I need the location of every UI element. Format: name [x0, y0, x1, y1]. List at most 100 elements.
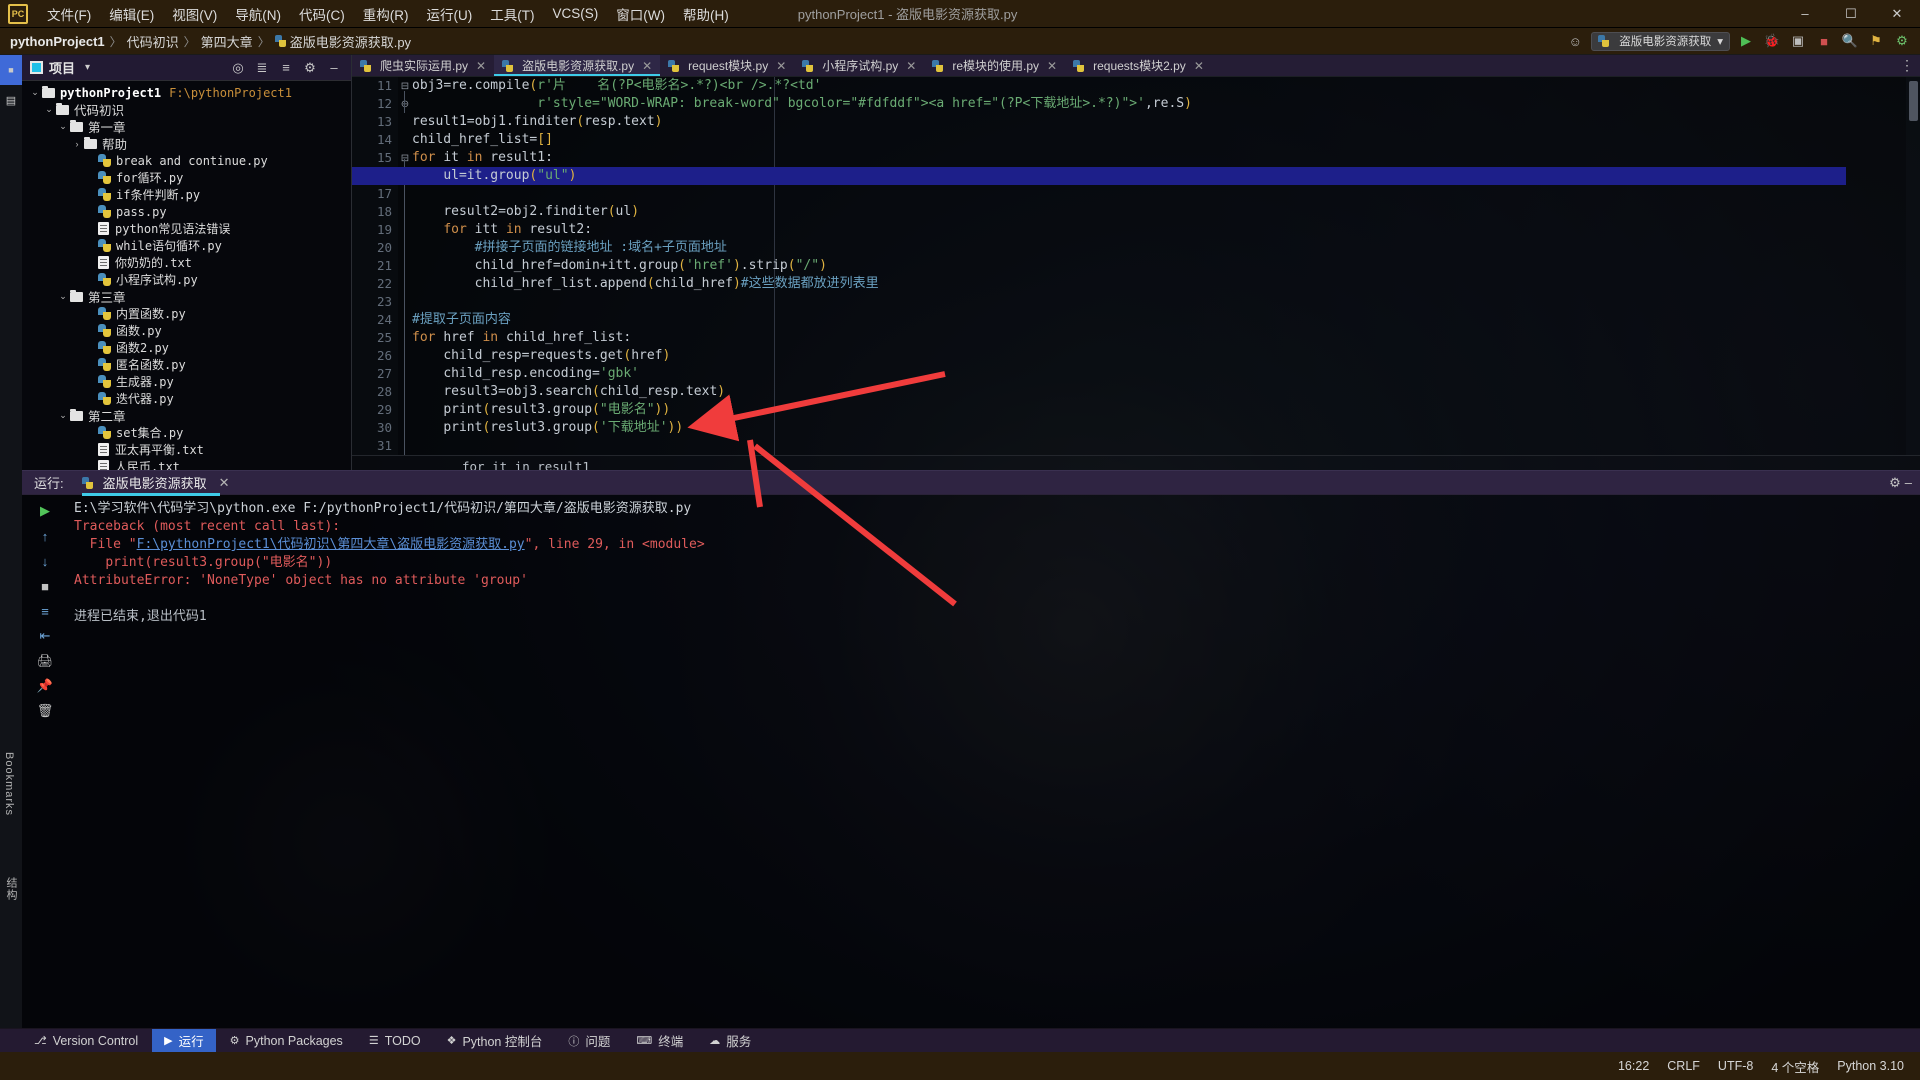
- strip-structure-icon[interactable]: ▤: [0, 85, 22, 115]
- scrollbar-thumb[interactable]: [1909, 81, 1918, 121]
- tree-item[interactable]: pass.py: [22, 203, 351, 220]
- tree-item[interactable]: 生成器.py: [22, 373, 351, 390]
- run-session-tab[interactable]: 盗版电影资源获取 ✕: [81, 473, 234, 496]
- expand-icon[interactable]: ≡: [275, 57, 297, 79]
- menu-tools[interactable]: 工具(T): [481, 1, 543, 27]
- strip-structure-label[interactable]: 结构: [3, 871, 19, 907]
- code-line[interactable]: child_resp.encoding='gbk': [412, 365, 1906, 383]
- close-icon[interactable]: ✕: [642, 59, 652, 73]
- code-line[interactable]: [412, 437, 1906, 455]
- close-icon[interactable]: ✕: [1194, 59, 1204, 73]
- up-arrow-icon[interactable]: ↑: [34, 525, 56, 547]
- menu-window[interactable]: 窗口(W): [607, 1, 674, 27]
- code-line[interactable]: #拼接子页面的链接地址 :域名+子页面地址: [412, 239, 1906, 257]
- close-icon[interactable]: ✕: [476, 59, 486, 73]
- close-icon[interactable]: ✕: [219, 475, 230, 491]
- indent-setting[interactable]: 4 个空格: [1771, 1057, 1819, 1076]
- breadcrumb-folder-1[interactable]: 代码初识: [127, 32, 179, 51]
- editor-tabs-overflow[interactable]: ⋮: [1900, 55, 1920, 76]
- code-line[interactable]: for href in child_href_list:: [412, 329, 1906, 347]
- tree-item[interactable]: ⌄ pythonProject1 F:\pythonProject1: [22, 84, 351, 101]
- minimize-icon[interactable]: –: [1905, 475, 1912, 490]
- code-line[interactable]: #提取子页面内容: [412, 311, 1906, 329]
- code-line[interactable]: result3=obj3.search(child_resp.text): [412, 383, 1906, 401]
- down-arrow-icon[interactable]: ↓: [34, 550, 56, 572]
- bottom-tab-todo[interactable]: ☰ TODO: [357, 1029, 433, 1053]
- coverage-button[interactable]: ▣: [1788, 31, 1808, 51]
- tree-item[interactable]: break and continue.py: [22, 152, 351, 169]
- chevron-icon[interactable]: ⌄: [42, 104, 56, 115]
- tree-item[interactable]: if条件判断.py: [22, 186, 351, 203]
- menu-run[interactable]: 运行(U): [418, 1, 482, 27]
- strip-project-icon[interactable]: ■: [0, 55, 22, 85]
- code-line[interactable]: obj3=re.compile(r'片 名(?P<电影名>.*?)<br />.…: [412, 77, 1906, 95]
- debug-button[interactable]: 🐞: [1762, 31, 1782, 51]
- code-line[interactable]: r'style="WORD-WRAP: break-word" bgcolor=…: [412, 95, 1906, 113]
- code-line[interactable]: ul=it.group("ul"): [352, 167, 1846, 185]
- breadcrumb-project[interactable]: pythonProject1: [10, 34, 105, 49]
- chevron-icon[interactable]: ⌄: [56, 410, 70, 421]
- tree-item[interactable]: 你奶奶的.txt: [22, 254, 351, 271]
- scroll-to-end-icon[interactable]: ⇤: [34, 625, 56, 647]
- bottom-tab-python-packages[interactable]: ⚙ Python Packages: [218, 1029, 355, 1053]
- tree-item[interactable]: while语句循环.py: [22, 237, 351, 254]
- close-icon[interactable]: ✕: [906, 59, 916, 73]
- tree-item[interactable]: 函数.py: [22, 322, 351, 339]
- target-icon[interactable]: ◎: [227, 57, 249, 79]
- editor-tab[interactable]: request模块.py ✕: [660, 55, 794, 76]
- maximize-button[interactable]: ☐: [1828, 0, 1874, 28]
- chevron-icon[interactable]: ⌄: [28, 87, 42, 98]
- tree-item[interactable]: ⌄ 第一章: [22, 118, 351, 135]
- bottom-tab-python-console[interactable]: ❖ Python 控制台: [435, 1029, 555, 1053]
- menu-code[interactable]: 代码(C): [290, 1, 354, 27]
- close-icon[interactable]: ✕: [776, 59, 786, 73]
- console-file-link[interactable]: F:\pythonProject1\代码初识\第四大章\盗版电影资源获取.py: [137, 537, 525, 552]
- bottom-tab-run[interactable]: ▶ 运行: [152, 1028, 216, 1053]
- gear-icon[interactable]: ⚙: [1889, 475, 1901, 491]
- code-line[interactable]: for it in result1:: [412, 149, 1906, 167]
- minimize-icon[interactable]: –: [323, 57, 345, 79]
- menu-view[interactable]: 视图(V): [163, 1, 226, 27]
- code-line[interactable]: result2=obj2.finditer(ul): [412, 203, 1906, 221]
- code-line[interactable]: [412, 185, 1906, 203]
- code-line[interactable]: child_resp=requests.get(href): [412, 347, 1906, 365]
- menu-file[interactable]: 文件(F): [38, 1, 100, 27]
- fold-collapse-icon[interactable]: ⊟: [398, 149, 412, 167]
- bottom-tab-services[interactable]: ☁ 服务: [697, 1029, 763, 1053]
- search-icon[interactable]: 🔍: [1840, 31, 1860, 51]
- editor-tab[interactable]: 小程序试构.py ✕: [794, 55, 924, 76]
- code-line[interactable]: for itt in result2:: [412, 221, 1906, 239]
- run-button[interactable]: ▶: [1736, 31, 1756, 51]
- caret-position[interactable]: 16:22: [1618, 1059, 1649, 1073]
- rerun-icon[interactable]: ▶: [34, 500, 56, 522]
- trash-icon[interactable]: 🗑: [34, 700, 56, 722]
- fold-gutter[interactable]: ⊟⊖⊟: [398, 77, 412, 455]
- tree-item[interactable]: 小程序试构.py: [22, 271, 351, 288]
- breadcrumb-file[interactable]: 盗版电影资源获取.py: [290, 32, 411, 51]
- tree-item[interactable]: ⌄ 第二章: [22, 407, 351, 424]
- tree-item[interactable]: 亚太再平衡.txt: [22, 441, 351, 458]
- bottom-tab-terminal[interactable]: ⌨ 终端: [624, 1029, 695, 1053]
- tree-item[interactable]: for循环.py: [22, 169, 351, 186]
- editor-scrollbar[interactable]: [1906, 77, 1920, 455]
- editor-tab[interactable]: 爬虫实际运用.py ✕: [352, 55, 494, 76]
- code-line[interactable]: print(reslut3.group('下载地址')): [412, 419, 1906, 437]
- chevron-icon[interactable]: ›: [70, 139, 84, 149]
- menu-refactor[interactable]: 重构(R): [354, 1, 418, 27]
- chevron-icon[interactable]: ⌄: [56, 291, 70, 302]
- bottom-tool-bar[interactable]: ⎇ Version Control ▶ 运行 ⚙ Python Packages ☰ TODO…: [0, 1028, 1920, 1053]
- chevron-down-icon[interactable]: ▾: [85, 62, 90, 73]
- menu-vcs[interactable]: VCS(S): [544, 3, 608, 24]
- fold-collapse-icon[interactable]: ⊟: [398, 77, 412, 95]
- chevron-icon[interactable]: ⌄: [56, 121, 70, 132]
- close-icon[interactable]: ✕: [1047, 59, 1057, 73]
- code-line[interactable]: [412, 293, 1906, 311]
- pin-icon[interactable]: 📌: [34, 675, 56, 697]
- menu-navigate[interactable]: 导航(N): [226, 1, 290, 27]
- close-button[interactable]: ✕: [1874, 0, 1920, 28]
- print-icon[interactable]: 🖨: [34, 650, 56, 672]
- bottom-tab-version-control[interactable]: ⎇ Version Control: [22, 1029, 150, 1053]
- breadcrumb-folder-2[interactable]: 第四大章: [201, 32, 253, 51]
- code-line[interactable]: print(result3.group("电影名")): [412, 401, 1906, 419]
- code-text-area[interactable]: obj3=re.compile(r'片 名(?P<电影名>.*?)<br />.…: [352, 77, 1906, 455]
